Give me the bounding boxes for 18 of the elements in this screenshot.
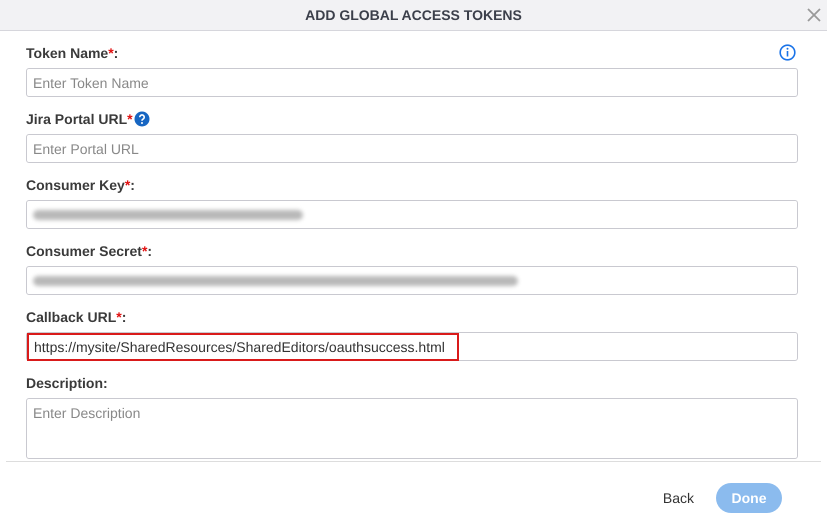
dialog-title: ADD GLOBAL ACCESS TOKENS [305,7,522,23]
field-label: Jira Portal URL* [26,111,133,127]
field-label: Consumer Secret*: [26,243,152,259]
field-label: Callback URL*: [26,309,126,325]
input-field[interactable]: Enter Portal URL [26,134,798,163]
field-label: Consumer Key*: [26,177,135,193]
field-label: Token Name*: [26,45,118,61]
input-field[interactable] [26,266,798,295]
back-button[interactable]: Back [656,489,700,507]
help-icon[interactable] [134,111,150,127]
description-field[interactable]: Enter Description [26,398,798,459]
field-label: Description: [26,375,108,391]
input-field[interactable] [26,200,798,229]
info-icon[interactable] [779,44,796,61]
highlighted-value: https://mysite/SharedResources/SharedEditors/oauthsuccess.html [27,332,459,360]
close-icon[interactable] [807,8,821,22]
input-field[interactable]: https://mysite/SharedResources/SharedEditors/oauthsuccess.html [26,332,798,361]
input-field[interactable]: Enter Token Name [26,68,798,97]
